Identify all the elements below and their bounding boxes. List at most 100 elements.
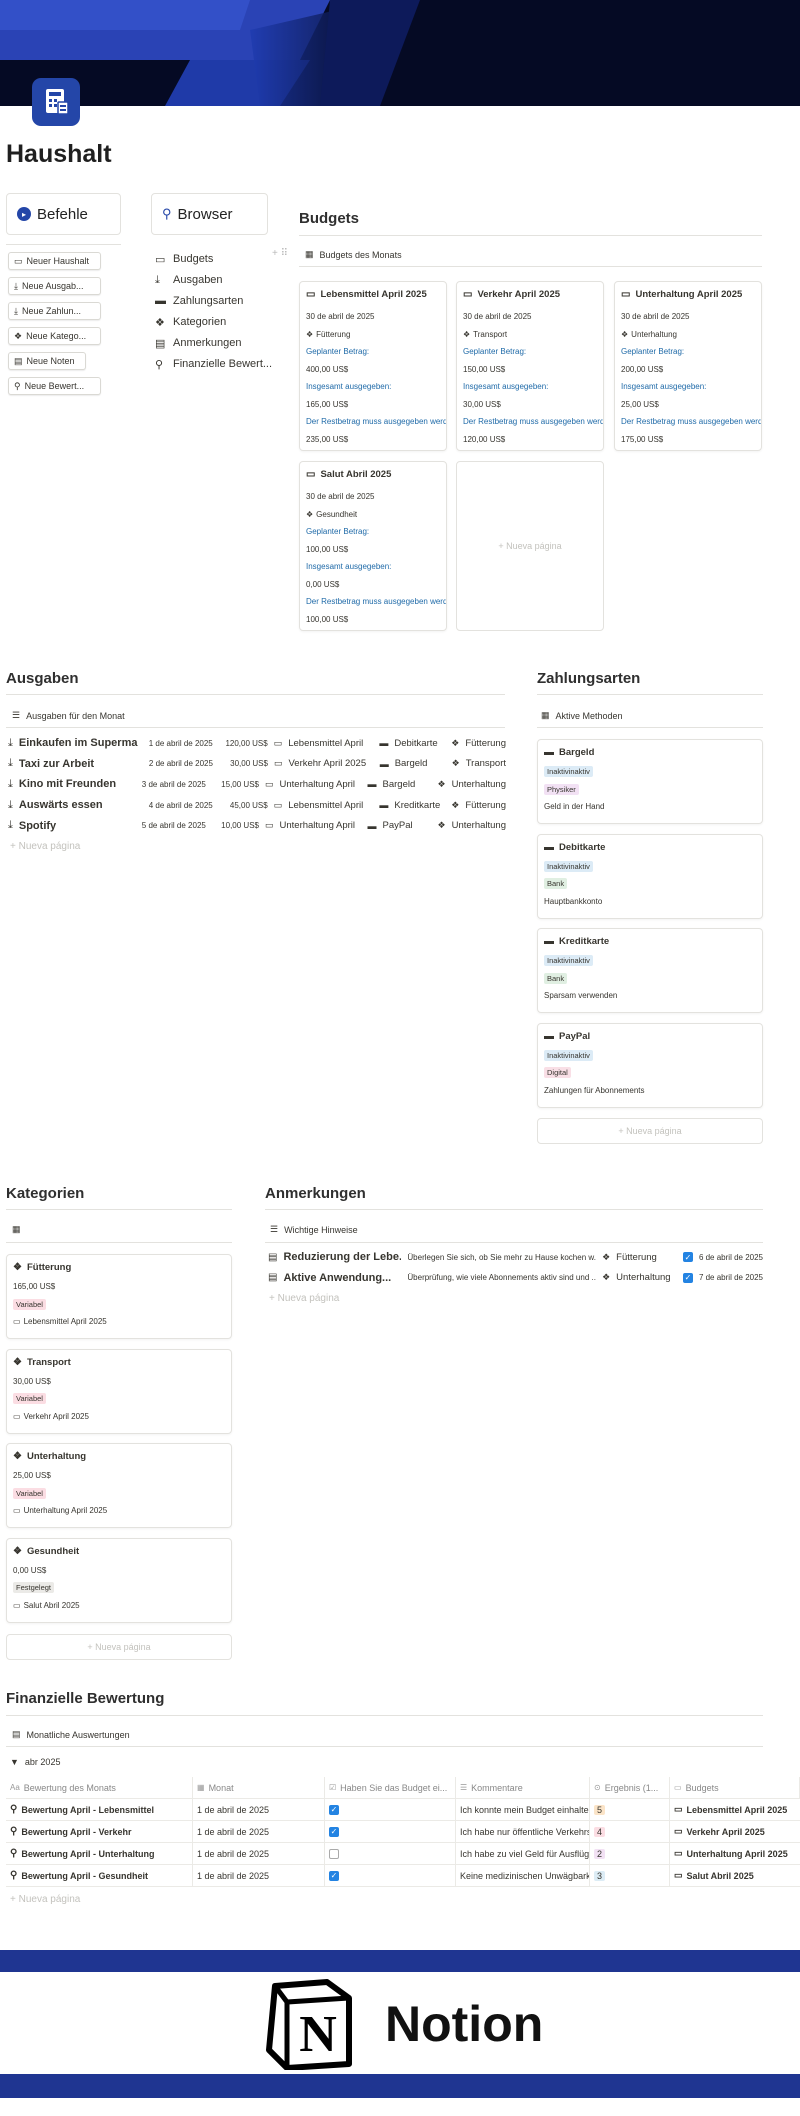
expense-category[interactable]: Unterhaltung [452, 779, 506, 790]
expense-category[interactable]: Transport [466, 758, 506, 769]
budget-card[interactable]: ▭ Salut Abril 2025 30 de abril de 2025 ❖ Ges… [299, 461, 447, 631]
budget-card[interactable]: ▭ Lebensmittel April 2025 30 de abril de 2… [299, 281, 447, 451]
budget-card[interactable]: ▭ Unterhaltung April 2025 30 de abril de 2… [614, 281, 762, 451]
payment-card[interactable]: ▬ PayPal Inaktivinaktiv Digital Zahlungen fü… [537, 1022, 763, 1108]
category-card[interactable]: ❖ Transport 30,00 US$ Variabel ▭ Verkehr Apri… [6, 1348, 232, 1434]
evaluation-budget[interactable]: Unterhaltung April 2025 [687, 1849, 788, 1859]
expense-budget[interactable]: Lebensmittel April [288, 738, 373, 749]
category-budget[interactable]: Unterhaltung April 2025 [24, 1506, 108, 1515]
evaluation-name[interactable]: Bewertung April - Gesundheit [21, 1871, 148, 1881]
table-row[interactable]: ⤓ Kino mit Freunden 3 de abril de 2025 15,0… [8, 774, 506, 795]
note-row[interactable]: ▤ Aktive Anwendung... Überprüfung, wie vie… [268, 1268, 763, 1289]
browser-link[interactable]: ▤ Anmerkungen [155, 334, 242, 352]
browser-link[interactable]: ▭ Budgets [155, 250, 213, 268]
note-title[interactable]: Reduzierung der Lebe... [283, 1251, 401, 1263]
command-button[interactable]: ⤓ Neue Ausgab... [8, 277, 101, 295]
note-row[interactable]: ▤ Reduzierung der Lebe... Überlegen Sie si… [268, 1247, 763, 1268]
category-card[interactable]: ❖ Unterhaltung 25,00 US$ Variabel ▭ Unterhalt… [6, 1443, 232, 1528]
table-row[interactable]: ⤓ Einkaufen im Superma... 1 de abril de 20… [8, 733, 506, 754]
anmerkungen-view-tab[interactable]: ☰ Wichtige Hinweise [270, 1224, 358, 1235]
expense-budget[interactable]: Unterhaltung April [280, 820, 362, 831]
expense-budget[interactable]: Verkehr April 2025 [288, 758, 373, 769]
checkbox[interactable]: ✓ [329, 1826, 339, 1837]
command-button[interactable]: ⚲ Neue Bewert... [8, 377, 101, 395]
expense-method[interactable]: Bargeld [383, 779, 432, 790]
column-header[interactable]: ▦ Monat [193, 1777, 325, 1798]
payment-card[interactable]: ▬ Debitkarte Inaktivinaktiv Bank Hauptbankko… [537, 833, 763, 919]
browser-link[interactable]: ▬ Zahlungsarten [155, 292, 243, 310]
browser-link[interactable]: ❖ Kategorien [155, 313, 226, 331]
new-budget-card[interactable]: + Nueva página [456, 461, 604, 631]
download-icon: ⤓ [14, 305, 18, 316]
table-row[interactable]: ⚲ Bewertung April - Unterhaltung 1 de abri… [6, 1843, 800, 1865]
evaluation-budget[interactable]: Salut Abril 2025 [687, 1871, 754, 1881]
table-row[interactable]: ⚲ Bewertung April - Verkehr 1 de abril de … [6, 1821, 800, 1843]
ausgaben-view-tab[interactable]: ☰ Ausgaben für den Monat [12, 710, 125, 721]
command-button[interactable]: ⤓ Neue Zahlun... [8, 302, 101, 320]
budgets-view-tab[interactable]: ▦ Budgets des Monats [305, 249, 402, 260]
group-toggle[interactable]: ▼ abr 2025 [10, 1757, 60, 1767]
zahlungsarten-new-page[interactable]: + Nueva página [537, 1118, 763, 1144]
table-row[interactable]: ⤓ Auswärts essen 4 de abril de 2025 45,00 U… [8, 795, 506, 816]
payment-card[interactable]: ▬ Bargeld Inaktivinaktiv Physiker Geld in de… [537, 739, 763, 824]
ausgaben-new-page[interactable]: + Nueva página [10, 841, 80, 852]
expense-method[interactable]: Kreditkarte [394, 800, 445, 811]
evaluation-budget[interactable]: Verkehr April 2025 [687, 1827, 765, 1837]
bewertung-new-page[interactable]: + Nueva página [10, 1894, 80, 1905]
category-budget[interactable]: Salut Abril 2025 [24, 1601, 80, 1610]
column-header[interactable]: ⊙ Ergebnis (1... [590, 1777, 670, 1798]
column-header[interactable]: ☰ Kommentare [456, 1777, 590, 1798]
kategorien-new-page[interactable]: + Nueva página [6, 1634, 232, 1660]
note-category[interactable]: Unterhaltung [616, 1272, 677, 1283]
bewertung-view-tab[interactable]: ▤ Monatliche Auswertungen [12, 1729, 130, 1740]
zahlungsarten-view-tab[interactable]: ▦ Aktive Methoden [541, 710, 623, 721]
anmerkungen-new-page[interactable]: + Nueva página [269, 1293, 339, 1304]
evaluation-comment: Ich habe zu viel Geld für Ausflüge [460, 1848, 590, 1859]
column-header[interactable]: ☑ Haben Sie das Budget ei... [325, 1777, 456, 1798]
evaluation-name[interactable]: Bewertung April - Lebensmittel [21, 1805, 154, 1815]
expense-name[interactable]: Taxi zur Arbeit [19, 758, 139, 770]
evaluation-budget[interactable]: Lebensmittel April 2025 [687, 1805, 788, 1815]
kategorien-view-tab[interactable]: ▦ [12, 1224, 21, 1235]
browser-link[interactable]: ⚲ Finanzielle Bewert... [155, 355, 272, 373]
checkbox[interactable] [329, 1848, 339, 1859]
expense-name[interactable]: Spotify [19, 820, 134, 832]
budget-card[interactable]: ▭ Verkehr April 2025 30 de abril de 2025 ❖ T… [456, 281, 604, 451]
payment-card[interactable]: ▬ Kreditkarte Inaktivinaktiv Bank Sparsam ve… [537, 928, 763, 1013]
table-row[interactable]: ⤓ Taxi zur Arbeit 2 de abril de 2025 30,00 … [8, 754, 506, 775]
category-card[interactable]: ❖ Gesundheit 0,00 US$ Festgelegt ▭ Salut Abri… [6, 1537, 232, 1623]
checkbox[interactable]: ✓ [683, 1252, 693, 1263]
checkbox[interactable]: ✓ [329, 1804, 339, 1815]
command-button[interactable]: ▭ Neuer Haushalt [8, 252, 101, 270]
add-block-icon[interactable]: + ⠿ [272, 248, 288, 259]
expense-name[interactable]: Kino mit Freunden [19, 778, 134, 790]
column-header[interactable]: Aa Bewertung des Monats [6, 1777, 193, 1798]
browser-link[interactable]: ⤓ Ausgaben [155, 271, 223, 289]
table-row[interactable]: ⚲ Bewertung April - Gesundheit 1 de abril … [6, 1865, 800, 1887]
column-header[interactable]: ▭ Budgets [670, 1777, 800, 1798]
category-card[interactable]: ❖ Fütterung 165,00 US$ Variabel ▭ Lebensmitte… [6, 1254, 232, 1339]
expense-method[interactable]: Bargeld [395, 758, 446, 769]
evaluation-name[interactable]: Bewertung April - Verkehr [21, 1827, 131, 1837]
checkbox[interactable]: ✓ [329, 1870, 339, 1881]
command-button[interactable]: ❖ Neue Katego... [8, 327, 101, 345]
table-row[interactable]: ⚲ Bewertung April - Lebensmittel 1 de abri… [6, 1799, 800, 1821]
expense-amount: 120,00 US$ [225, 738, 268, 748]
expense-name[interactable]: Einkaufen im Superma... [19, 737, 138, 749]
evaluation-name[interactable]: Bewertung April - Unterhaltung [21, 1849, 154, 1859]
expense-method[interactable]: Debitkarte [394, 738, 445, 749]
expense-category[interactable]: Unterhaltung [452, 820, 506, 831]
expense-name[interactable]: Auswärts essen [19, 799, 138, 811]
expense-budget[interactable]: Unterhaltung April [280, 779, 362, 790]
expense-method[interactable]: PayPal [383, 820, 432, 831]
category-budget[interactable]: Lebensmittel April 2025 [24, 1317, 107, 1326]
expense-category[interactable]: Fütterung [465, 800, 506, 811]
note-title[interactable]: Aktive Anwendung... [283, 1272, 401, 1284]
expense-category[interactable]: Fütterung [465, 738, 506, 749]
note-category[interactable]: Fütterung [616, 1252, 677, 1263]
checkbox[interactable]: ✓ [683, 1272, 693, 1283]
command-button[interactable]: ▤ Neue Noten [8, 352, 86, 370]
expense-budget[interactable]: Lebensmittel April [288, 800, 373, 811]
table-row[interactable]: ⤓ Spotify 5 de abril de 2025 10,00 US$ ▭ Unte… [8, 815, 506, 836]
category-budget[interactable]: Verkehr April 2025 [24, 1412, 89, 1421]
